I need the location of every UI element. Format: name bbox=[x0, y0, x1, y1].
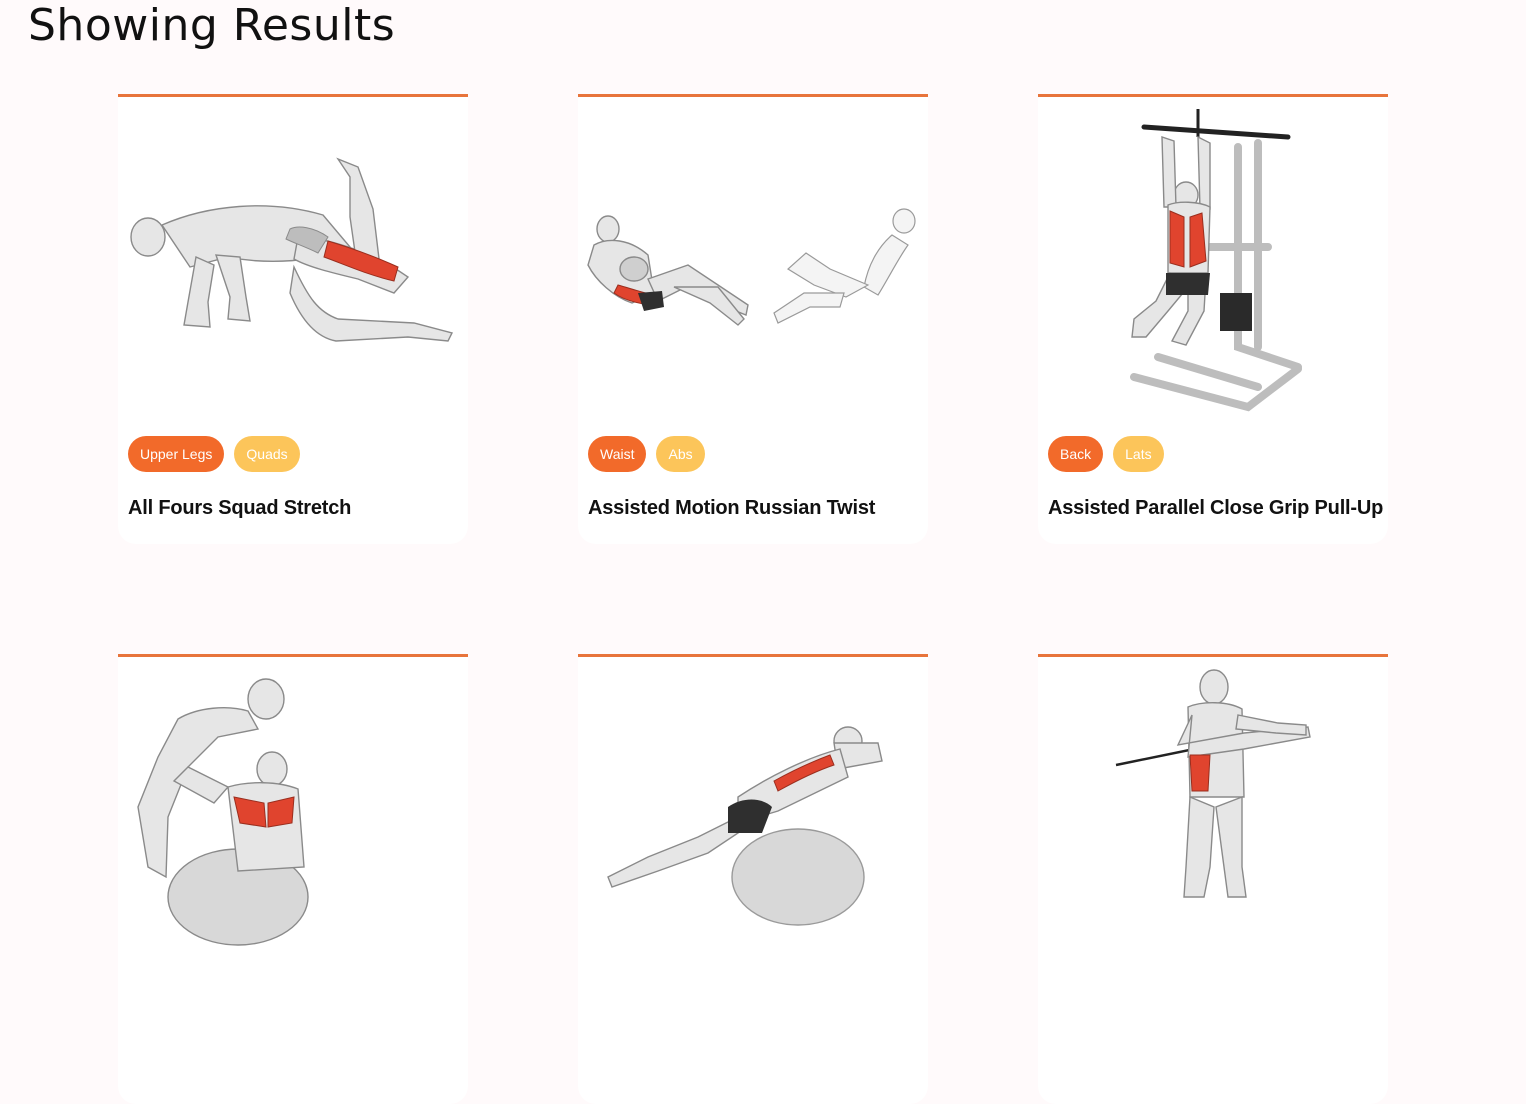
exercise-image bbox=[578, 97, 928, 427]
exercise-title: Assisted Parallel Close Grip Pull-Up bbox=[1048, 497, 1384, 519]
exercise-card[interactable] bbox=[1038, 654, 1388, 1104]
exercise-title: All Fours Squad Stretch bbox=[128, 497, 352, 519]
exercise-card[interactable]: Upper Legs Quads All Fours Squad Stretch bbox=[118, 94, 468, 544]
russian-twist-illustration bbox=[587, 208, 916, 326]
target-muscle-tag[interactable]: Abs bbox=[656, 436, 705, 472]
exercise-title: Assisted Motion Russian Twist bbox=[588, 497, 876, 519]
cable-standing-rotation-illustration bbox=[1115, 669, 1311, 898]
exercise-image bbox=[578, 657, 928, 987]
body-part-tag[interactable]: Back bbox=[1048, 436, 1104, 472]
pull-up-machine-illustration bbox=[1130, 109, 1302, 412]
tag-list: Upper Legs Quads bbox=[128, 436, 300, 472]
exercise-card[interactable]: Back Lats Assisted Parallel Close Grip P… bbox=[1038, 94, 1388, 544]
assisted-chest-stretch-ball-illustration bbox=[137, 678, 309, 946]
body-part-tag[interactable]: Waist bbox=[588, 436, 647, 472]
exercise-card[interactable] bbox=[118, 654, 468, 1104]
tag-list: Back Lats bbox=[1048, 436, 1164, 472]
body-part-tag[interactable]: Upper Legs bbox=[128, 436, 225, 472]
all-fours-squad-stretch-illustration bbox=[130, 157, 454, 342]
ball-back-extension-illustration bbox=[607, 726, 883, 926]
exercise-card[interactable]: Waist Abs Assisted Motion Russian Twist bbox=[578, 94, 928, 544]
exercise-image bbox=[1038, 97, 1388, 427]
target-muscle-tag[interactable]: Quads bbox=[234, 436, 300, 472]
exercise-image bbox=[118, 657, 468, 987]
exercise-grid: Upper Legs Quads All Fours Squad Stretch bbox=[118, 94, 1388, 1104]
exercise-card[interactable] bbox=[578, 654, 928, 1104]
exercise-image bbox=[1038, 657, 1388, 987]
target-muscle-tag[interactable]: Lats bbox=[1113, 436, 1164, 472]
page-title: Showing Results bbox=[28, 0, 396, 51]
tag-list: Waist Abs bbox=[588, 436, 705, 472]
exercise-image bbox=[118, 97, 468, 427]
